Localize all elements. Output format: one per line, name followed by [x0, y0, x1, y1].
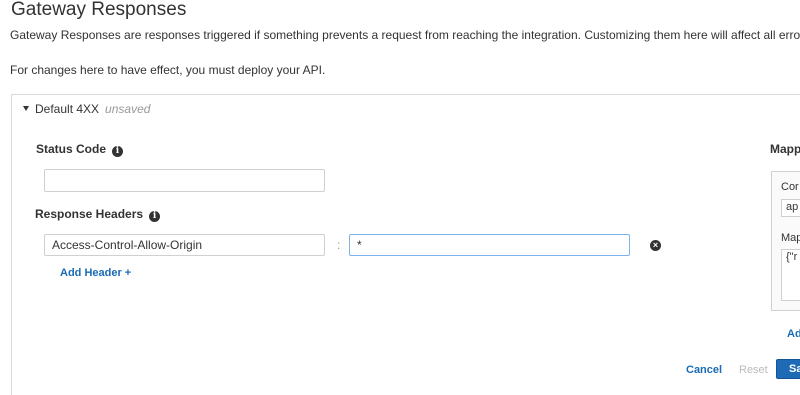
header-value-input[interactable]	[349, 234, 630, 256]
unsaved-badge: unsaved	[105, 102, 151, 116]
intro-text: Gateway Responses are responses triggere…	[10, 28, 800, 42]
status-code-label-text: Status Code	[36, 142, 107, 156]
section-toggle[interactable]: Default 4XX unsaved	[23, 102, 150, 116]
section-title: Default 4XX	[35, 102, 100, 116]
add-header-link[interactable]: Add Header +	[60, 267, 131, 279]
info-icon[interactable]: i	[112, 146, 124, 157]
header-separator: :	[337, 238, 341, 252]
response-headers-label-text: Response Headers	[35, 207, 144, 221]
response-headers-label: Response Headers i	[35, 207, 161, 222]
mapping-templates-label: Mapp	[770, 142, 800, 156]
deploy-note: For changes here to have effect, you mus…	[10, 63, 326, 77]
add-mapping-link[interactable]: Ad	[787, 328, 800, 340]
content-type-label: Cor	[781, 181, 799, 193]
status-code-input[interactable]	[44, 169, 325, 192]
header-name-input[interactable]	[44, 234, 325, 256]
template-textarea[interactable]: {"r	[781, 249, 800, 301]
info-icon[interactable]: i	[149, 211, 161, 222]
caret-down-icon	[23, 106, 29, 111]
remove-header-icon[interactable]: ×	[650, 240, 661, 251]
status-code-label: Status Code i	[36, 142, 124, 157]
template-label: Map	[781, 232, 800, 244]
reset-button[interactable]: Reset	[739, 364, 768, 376]
save-button[interactable]: Sa	[776, 359, 800, 379]
page-title: Gateway Responses	[11, 0, 187, 20]
cancel-button[interactable]: Cancel	[686, 364, 722, 376]
content-type-input[interactable]: ap	[781, 199, 800, 217]
